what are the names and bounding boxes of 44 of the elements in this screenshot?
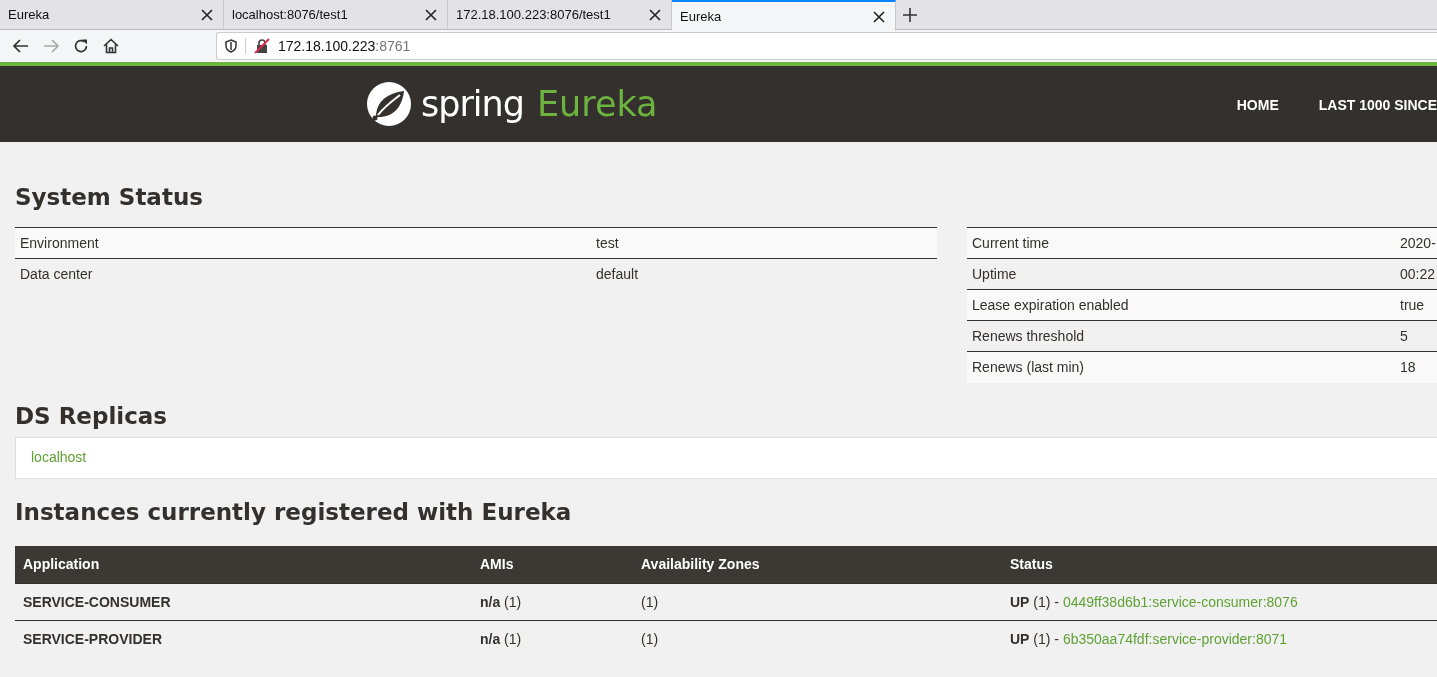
section-heading: DS Replicas bbox=[15, 402, 169, 431]
status-value: true bbox=[1395, 289, 1437, 321]
status-value: 2020- bbox=[1395, 227, 1437, 259]
section-heading: System Status bbox=[15, 183, 204, 212]
section-heading: Instances currently registered with Eureka bbox=[15, 498, 573, 527]
status-value: default bbox=[591, 258, 937, 290]
close-icon[interactable] bbox=[425, 8, 437, 21]
amis-text: n/a (1) bbox=[472, 620, 633, 657]
nav-link[interactable]: LAST 1000 SINCE bbox=[1318, 97, 1437, 113]
status-value: 18 bbox=[1395, 351, 1437, 383]
close-icon[interactable] bbox=[649, 8, 661, 21]
spring-eureka-logo: spring Eureka bbox=[366, 81, 658, 127]
close-icon[interactable] bbox=[873, 10, 885, 23]
home-icon[interactable] bbox=[103, 38, 119, 54]
leaf-logo-icon bbox=[366, 81, 412, 127]
address-bar[interactable]: 172.18.100.223:8761 bbox=[216, 32, 1437, 60]
status-label: Lease expiration enabled bbox=[967, 289, 1395, 321]
column-header: Status bbox=[1002, 545, 1437, 583]
column-header: Application bbox=[15, 545, 472, 583]
application-name: SERVICE-PROVIDER bbox=[15, 620, 472, 657]
application-name: SERVICE-CONSUMER bbox=[15, 583, 472, 620]
nav-link[interactable]: HOME bbox=[1236, 97, 1279, 113]
zones-text: (1) bbox=[633, 583, 1002, 620]
status-label: Renews (last min) bbox=[967, 351, 1395, 383]
zones-text: (1) bbox=[633, 620, 1002, 657]
url-text: 172.18.100.223:8761 bbox=[278, 38, 411, 54]
reload-icon[interactable] bbox=[73, 38, 89, 54]
status-value: test bbox=[591, 227, 937, 259]
amis-text: n/a (1) bbox=[472, 583, 633, 620]
column-header: Availability Zones bbox=[633, 545, 1002, 583]
status-label: Current time bbox=[967, 227, 1395, 259]
insecure-lock-icon bbox=[254, 38, 270, 54]
browser-tab[interactable]: localhost:8076/test1 bbox=[224, 0, 448, 29]
close-icon[interactable] bbox=[201, 8, 213, 21]
shield-icon bbox=[225, 39, 237, 53]
browser-tab[interactable]: Eureka bbox=[0, 0, 224, 29]
status-text: UP (1) - bbox=[1010, 593, 1060, 610]
status-label: Data center bbox=[15, 258, 591, 290]
status-label: Environment bbox=[15, 227, 591, 259]
column-header: AMIs bbox=[472, 545, 633, 583]
new-tab-icon[interactable] bbox=[903, 7, 917, 22]
back-icon[interactable] bbox=[13, 39, 29, 53]
status-text: UP (1) - bbox=[1010, 630, 1060, 647]
browser-tab[interactable]: Eureka bbox=[672, 0, 896, 31]
